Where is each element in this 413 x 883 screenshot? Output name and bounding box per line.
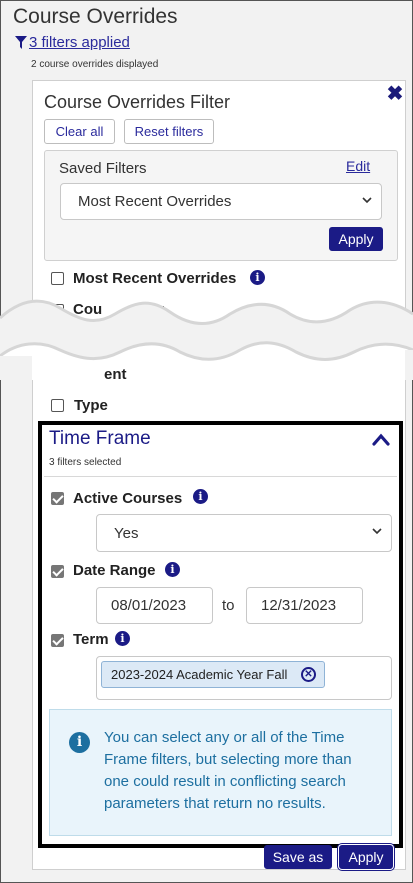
chevron-down-icon [362,196,372,203]
panel-title: Course Overrides Filter [44,92,231,112]
term-label: Term [73,631,109,648]
type-checkbox[interactable] [51,399,64,412]
info-alert-text: You can select any or all of the Time Fr… [104,729,352,812]
active-courses-value: Yes [114,524,139,542]
most-recent-overrides-label: Most Recent Overrides [73,270,237,287]
date-range-label: Date Range [73,562,156,579]
info-icon[interactable]: i [193,489,208,504]
info-icon[interactable]: i [115,631,130,646]
info-icon[interactable]: i [250,270,265,285]
term-chip: 2023-2024 Academic Year Fall ✕ [101,661,325,688]
filter-icon [15,35,27,49]
remove-chip-icon[interactable]: ✕ [301,667,316,682]
reset-filters-button[interactable]: Reset filters [124,119,214,144]
page-title: Course Overrides [13,5,178,28]
saved-filters-value: Most Recent Overrides [78,193,232,210]
info-icon[interactable]: i [165,562,180,577]
active-courses-checkbox[interactable] [51,492,64,505]
info-circle-icon: i [69,732,90,753]
date-to-input[interactable]: 12/31/2023 [246,587,363,624]
date-range-checkbox[interactable] [51,565,64,578]
saved-filters-label: Saved Filters [59,160,147,177]
date-to-separator: to [222,597,235,614]
divider [44,476,397,477]
filters-applied-label: 3 filters applied [29,34,130,51]
close-icon[interactable]: ✖ [385,84,405,104]
date-to-value: 12/31/2023 [261,597,337,614]
clear-all-button[interactable]: Clear all [44,119,115,144]
most-recent-overrides-checkbox[interactable] [51,272,64,285]
torn-edge-separator [0,299,413,380]
saved-filters-select[interactable]: Most Recent Overrides [60,183,382,220]
edit-saved-filters-link[interactable]: Edit [346,158,370,174]
results-count: 2 course overrides displayed [31,59,159,70]
apply-button[interactable]: Apply [339,845,393,869]
save-as-button[interactable]: Save as [264,845,332,869]
date-from-value: 08/01/2023 [111,597,187,614]
student-label-fragment: ent [104,366,127,383]
date-from-input[interactable]: 08/01/2023 [96,587,213,624]
filters-applied-link[interactable]: 3 filters applied [15,34,130,51]
apply-saved-filter-button[interactable]: Apply [329,227,383,251]
chevron-down-icon [372,528,382,535]
time-frame-title[interactable]: Time Frame [49,428,151,450]
type-label: Type [74,397,108,414]
active-courses-select[interactable]: Yes [96,514,392,552]
chevron-up-icon[interactable] [372,432,390,446]
active-courses-label: Active Courses [73,490,183,507]
term-checkbox[interactable] [51,634,64,647]
term-chip-label: 2023-2024 Academic Year Fall [111,667,288,682]
time-frame-count: 3 filters selected [49,457,122,468]
